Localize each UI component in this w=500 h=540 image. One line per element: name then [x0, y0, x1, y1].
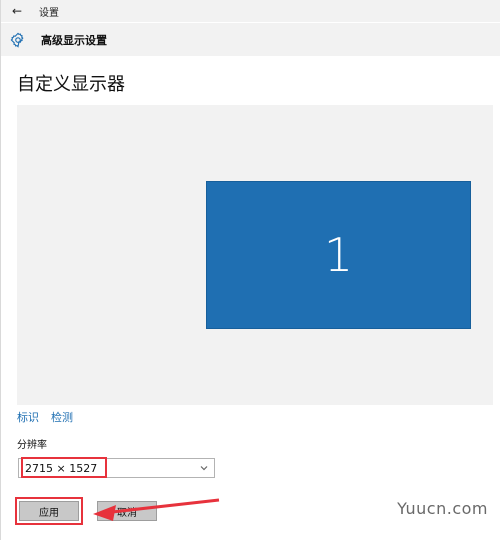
resolution-label: 分辨率 [17, 440, 47, 451]
monitor-1[interactable]: 1 [206, 181, 471, 329]
monitor-number: 1 [323, 228, 354, 282]
resolution-value: 2715 × 1527 [25, 461, 98, 475]
apply-button[interactable]: 应用 [19, 501, 79, 521]
title-bar: ← 设置 [1, 0, 500, 22]
settings-header: 高级显示设置 [1, 23, 500, 56]
display-actions: 标识 检测 [17, 409, 73, 425]
display-preview: 1 [17, 105, 493, 405]
cancel-button[interactable]: 取消 [97, 501, 157, 521]
page-title: 自定义显示器 [17, 74, 125, 95]
window-title: 设置 [39, 7, 59, 19]
back-arrow-icon: ← [11, 4, 23, 18]
header-title: 高级显示设置 [41, 33, 107, 47]
detect-link[interactable]: 检测 [51, 409, 73, 425]
back-button[interactable]: ← [1, 0, 33, 22]
settings-window: ← 设置 高级显示设置 自定义显示器 1 标识 检测 分辨率 2715 × 15… [0, 0, 500, 540]
gear-icon [8, 30, 28, 50]
chevron-down-icon [199, 463, 209, 473]
resolution-dropdown[interactable]: 2715 × 1527 [18, 458, 215, 478]
watermark: Yuucn.com [397, 499, 488, 518]
identify-link[interactable]: 标识 [17, 409, 39, 425]
